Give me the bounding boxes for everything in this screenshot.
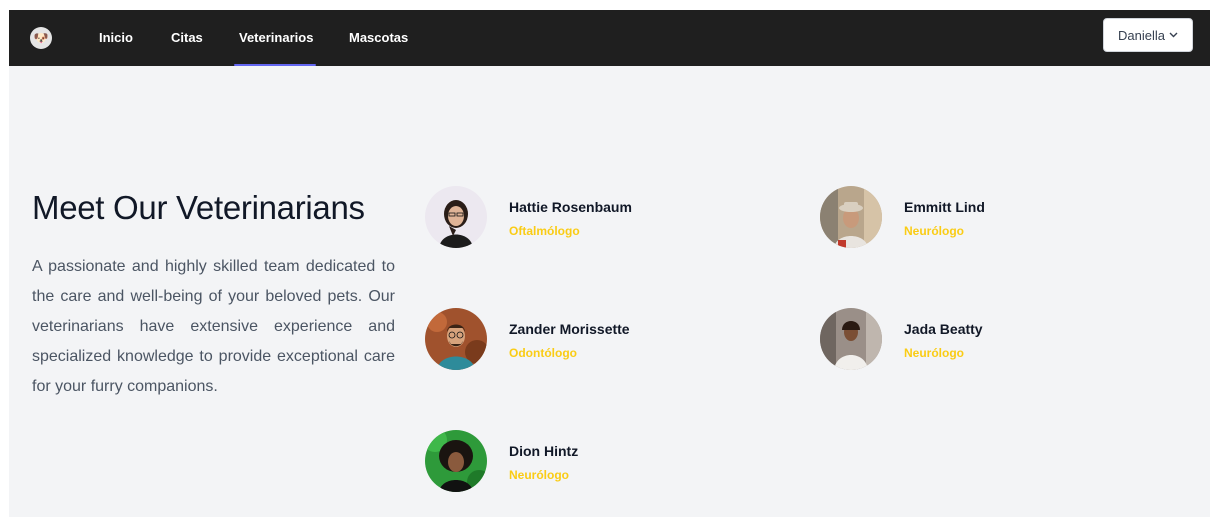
vet-specialty: Neurólogo [509, 468, 569, 482]
nav-link-mascotas[interactable]: Mascotas [349, 30, 408, 46]
avatar [425, 308, 487, 370]
vet-specialty: Oftalmólogo [509, 224, 580, 238]
app-frame: 🐶 Inicio Citas Veterinarios Mascotas Dan… [9, 10, 1210, 517]
page-description: A passionate and highly skilled team ded… [32, 258, 395, 395]
avatar [425, 430, 487, 492]
vet-card[interactable]: Emmitt Lind Neurólogo [820, 186, 1120, 250]
logo[interactable]: 🐶 [30, 27, 52, 49]
vet-card[interactable]: Jada Beatty Neurólogo [820, 308, 1120, 372]
dog-logo-icon: 🐶 [33, 31, 49, 45]
vet-name: Zander Morissette [509, 321, 630, 337]
vet-name: Emmitt Lind [904, 199, 985, 215]
nav-link-veterinarios[interactable]: Veterinarios [239, 30, 313, 46]
vet-name: Dion Hintz [509, 443, 579, 459]
chevron-down-icon [1169, 30, 1178, 41]
page-title: Meet Our Veterinarians [32, 189, 365, 226]
vet-specialty: Neurólogo [904, 346, 964, 360]
vet-specialty: Odontólogo [509, 346, 577, 360]
vet-card[interactable]: Dion Hintz Neurólogo [425, 430, 725, 494]
vet-name: Hattie Rosenbaum [509, 199, 632, 215]
nav-active-indicator [234, 64, 316, 66]
nav-link-inicio[interactable]: Inicio [99, 30, 133, 46]
avatar [820, 308, 882, 370]
user-menu-button[interactable]: Daniella [1103, 18, 1193, 52]
vet-card[interactable]: Hattie Rosenbaum Oftalmólogo [425, 186, 725, 250]
avatar [425, 186, 487, 248]
user-name: Daniella [1118, 27, 1165, 43]
vet-specialty: Neurólogo [904, 224, 964, 238]
navbar: 🐶 Inicio Citas Veterinarios Mascotas Dan… [9, 10, 1210, 66]
vet-card[interactable]: Zander Morissette Odontólogo [425, 308, 725, 372]
avatar [820, 186, 882, 248]
vet-name: Jada Beatty [904, 321, 983, 337]
nav-link-citas[interactable]: Citas [171, 30, 203, 46]
